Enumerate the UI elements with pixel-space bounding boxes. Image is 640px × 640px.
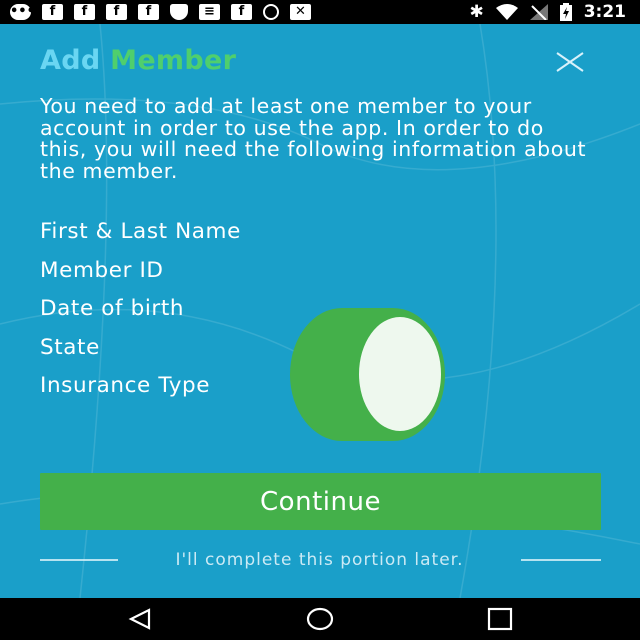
facebook-icon: f <box>42 4 63 20</box>
info-item-name: First & Last Name <box>40 219 241 244</box>
voicemail-icon: ≡ <box>199 4 220 20</box>
navigation-bar <box>0 598 640 640</box>
message-icon: ••• <box>10 4 35 20</box>
status-bar: ••• f f f f ≡ f ✕ ✱ 3:21 <box>0 0 640 24</box>
facebook-icon: f <box>138 4 159 20</box>
info-item-insurance-type: Insurance Type <box>40 373 211 398</box>
intro-text: You need to add at least one member to y… <box>40 94 587 183</box>
recents-square-icon[interactable] <box>485 606 515 632</box>
notification-icons: ••• f f f f ≡ f ✕ <box>10 2 311 22</box>
facebook-icon: f <box>74 4 95 20</box>
add-member-screen: ••• f f f f ≡ f ✕ ✱ 3:21 Add Member You … <box>0 0 640 640</box>
divider-left <box>40 559 118 561</box>
required-info-list: First & Last Name Member ID Date of birt… <box>40 216 241 409</box>
back-triangle-icon[interactable] <box>125 606 155 632</box>
continue-button[interactable]: Continue <box>40 473 601 530</box>
complete-later-link[interactable]: I'll complete this portion later. <box>118 550 521 570</box>
close-icon[interactable] <box>554 50 586 74</box>
divider-right <box>521 559 601 561</box>
battery-charging-icon <box>559 3 572 21</box>
clock: 3:21 <box>583 2 626 22</box>
info-item-date-of-birth: Date of birth <box>40 296 185 321</box>
tools-icon: ✕ <box>290 4 311 20</box>
info-item-member-id: Member ID <box>40 257 164 283</box>
bluetooth-icon: ✱ <box>469 2 484 22</box>
title-add: Add <box>40 45 101 76</box>
ring-icon <box>263 4 279 20</box>
system-status: ✱ 3:21 <box>469 0 626 24</box>
page-title: Add Member <box>40 45 236 76</box>
no-signal-icon <box>529 4 548 20</box>
later-row: I'll complete this portion later. <box>40 548 601 572</box>
title-member: Member <box>110 45 237 76</box>
info-item-state: State <box>40 334 100 360</box>
toggle-handle[interactable] <box>290 308 445 441</box>
shield-icon <box>170 4 188 20</box>
wifi-icon <box>495 4 518 20</box>
facebook-icon: f <box>106 4 127 20</box>
facebook-icon: f <box>231 4 252 20</box>
home-circle-icon[interactable] <box>305 606 335 632</box>
